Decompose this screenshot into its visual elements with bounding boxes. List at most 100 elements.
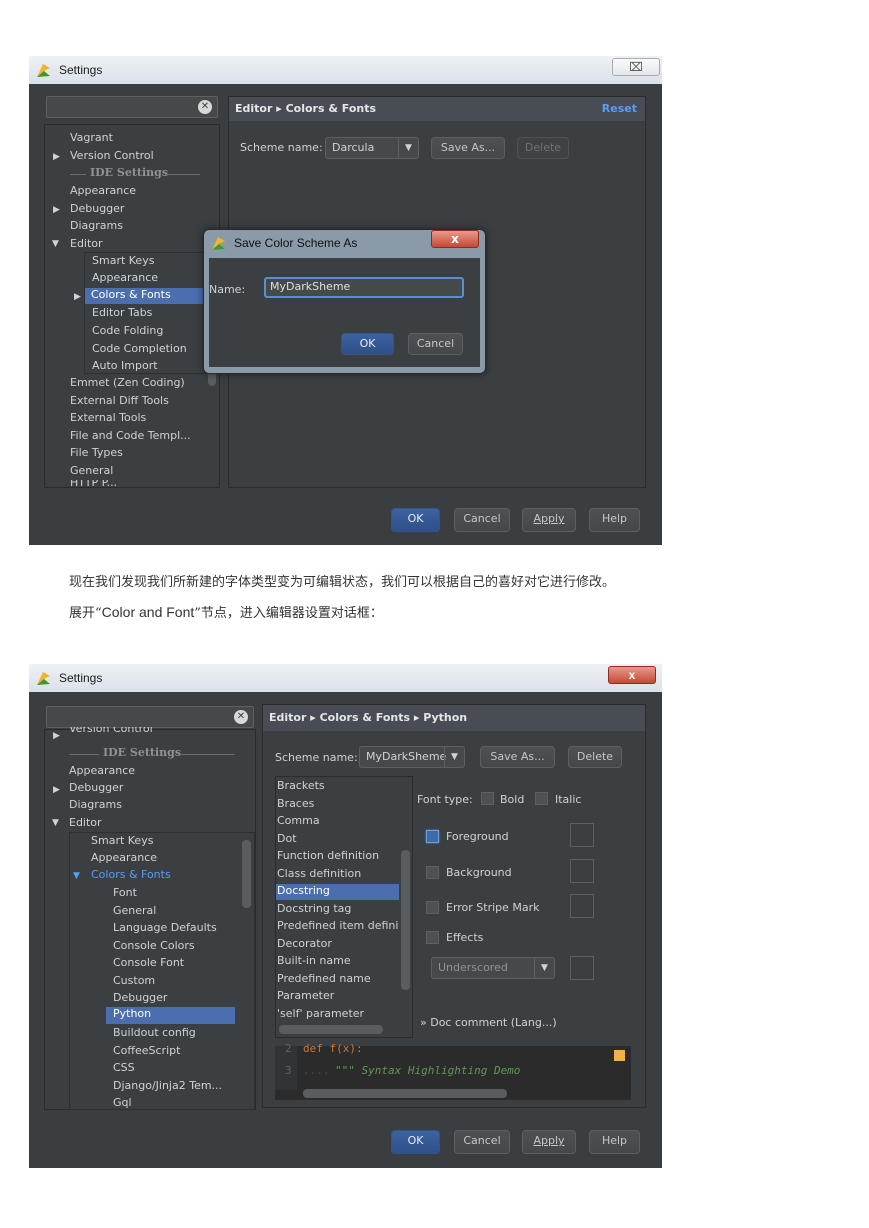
reset-link[interactable]: Reset [602,97,637,121]
error-stripe-color-swatch[interactable] [570,894,594,918]
save-as-button[interactable]: Save As... [431,137,505,159]
ok-button-2[interactable]: OK [391,1130,440,1154]
tree-item-css[interactable]: CSS [113,1061,135,1074]
tree-item-debugger-sub[interactable]: Debugger [113,991,167,1004]
tree-item-editor-appearance[interactable]: Appearance [92,271,158,284]
background-color-swatch[interactable] [570,859,594,883]
effects-color-swatch[interactable] [570,956,594,980]
tree-item-version-control-2[interactable]: Version Control [69,727,153,735]
tree-item-console-font[interactable]: Console Font [113,956,184,969]
tree-item-general[interactable]: General [70,464,113,477]
collapse-arrow-icon[interactable]: ▼ [73,871,80,881]
tree-item-font[interactable]: Font [113,886,137,899]
italic-checkbox[interactable] [535,792,548,805]
tree-item-http-proxy[interactable]: HTTP P... [70,480,117,488]
element-list-item[interactable]: Docstring tag [276,902,399,918]
element-list-item[interactable]: Predefined item definiti [276,919,399,935]
element-list-item[interactable]: Brackets [276,779,399,795]
clear-search-icon[interactable]: ✕ [234,710,248,724]
collapse-arrow-icon[interactable]: ▼ [52,818,59,828]
settings-search-input-2[interactable]: ✕ [46,706,254,728]
tree-item-editor-tabs[interactable]: Editor Tabs [92,306,152,319]
tree-item-colors-fonts-2[interactable]: Colors & Fonts [91,868,171,881]
doc-comment-link[interactable]: » Doc comment (Lang...) [420,1016,557,1029]
ok-button[interactable]: OK [391,508,440,532]
element-list-item[interactable]: 'self' parameter [276,1007,399,1023]
tree-scrollbar-2[interactable] [242,840,251,908]
tree-item-smart-keys-2[interactable]: Smart Keys [91,834,153,847]
tree-item-version-control[interactable]: Version Control [70,149,154,162]
scheme-name-combo[interactable]: Darcula ▼ [325,137,419,159]
tree-item-debugger[interactable]: Debugger [70,202,124,215]
cancel-button[interactable]: Cancel [454,508,510,532]
background-checkbox[interactable] [426,866,439,879]
expand-arrow-icon[interactable]: ▶ [53,731,60,741]
element-list-item[interactable]: Built-in name [276,954,399,970]
tree-item-vagrant[interactable]: Vagrant [70,131,113,144]
tree-item-code-folding[interactable]: Code Folding [92,324,163,337]
save-as-button-2[interactable]: Save As... [480,746,555,768]
collapse-arrow-icon[interactable]: ▼ [52,239,59,249]
bold-checkbox[interactable] [481,792,494,805]
code-hscrollbar[interactable] [303,1089,507,1098]
window-2-close-button[interactable]: x [608,666,656,684]
foreground-color-swatch[interactable] [570,823,594,847]
tree-item-editor-appearance-2[interactable]: Appearance [91,851,157,864]
foreground-checkbox[interactable] [426,830,439,843]
scheme-name-field[interactable]: MyDarkSheme [264,277,464,298]
tree-item-appearance[interactable]: Appearance [70,184,136,197]
element-list-item[interactable]: Decorator [276,937,399,953]
dialog-close-button[interactable]: x [431,230,479,248]
dialog-cancel-button[interactable]: Cancel [408,333,463,355]
cancel-button-2[interactable]: Cancel [454,1130,510,1154]
error-stripe-marker[interactable] [614,1050,625,1061]
tree-item-diagrams[interactable]: Diagrams [70,219,123,232]
tree-item-coffeescript[interactable]: CoffeeScript [113,1044,180,1057]
apply-button[interactable]: Apply [522,508,576,532]
delete-button[interactable]: Delete [517,137,569,159]
expand-arrow-icon[interactable]: ▶ [53,785,60,795]
settings-search-input[interactable]: ✕ [46,96,218,118]
help-button-2[interactable]: Help [589,1130,640,1154]
tree-item-editor[interactable]: Editor [70,237,103,250]
help-button[interactable]: Help [589,508,640,532]
effects-combo[interactable]: Underscored ▼ [431,957,555,979]
scheme-name-combo-2[interactable]: MyDarkSheme ▼ [359,746,465,768]
tree-item-auto-import[interactable]: Auto Import [92,359,158,372]
element-list-item[interactable]: Class definition [276,867,399,883]
clear-search-icon[interactable]: ✕ [198,100,212,114]
tree-item-external-diff[interactable]: External Diff Tools [70,394,169,407]
element-list-item[interactable]: Dot [276,832,399,848]
tree-item-general-2[interactable]: General [113,904,156,917]
tree-item-debugger-2[interactable]: Debugger [69,781,123,794]
tree-item-appearance-2[interactable]: Appearance [69,764,135,777]
tree-item-language-defaults[interactable]: Language Defaults [113,921,217,934]
tree-item-custom[interactable]: Custom [113,974,155,987]
tree-item-django[interactable]: Django/Jinja2 Tem... [113,1079,222,1092]
window-1-close-button[interactable]: ⌧ [612,58,660,76]
tree-item-editor-2[interactable]: Editor [69,816,102,829]
apply-button-2[interactable]: Apply [522,1130,576,1154]
dialog-ok-button[interactable]: OK [341,333,394,355]
tree-item-gql[interactable]: Gql [113,1096,132,1110]
tree-item-python[interactable]: Python [106,1007,235,1024]
element-list-item[interactable]: Braces [276,797,399,813]
delete-button-2[interactable]: Delete [568,746,622,768]
effects-checkbox[interactable] [426,931,439,944]
error-stripe-checkbox[interactable] [426,901,439,914]
tree-item-buildout[interactable]: Buildout config [113,1026,196,1039]
tree-item-file-types[interactable]: File Types [70,446,123,459]
element-list-item[interactable]: Function definition [276,849,399,865]
tree-item-file-code-templates[interactable]: File and Code Templ... [70,429,191,442]
tree-item-colors-fonts[interactable]: Colors & Fonts [85,288,205,304]
element-list-item[interactable]: Docstring [276,884,399,900]
element-list-item[interactable]: Parameter [276,989,399,1005]
tree-item-smart-keys[interactable]: Smart Keys [92,254,154,267]
element-list-item[interactable]: Predefined name [276,972,399,988]
tree-item-console-colors[interactable]: Console Colors [113,939,195,952]
element-list-scrollbar[interactable] [401,850,410,990]
tree-item-code-completion[interactable]: Code Completion [92,342,187,355]
expand-arrow-icon[interactable]: ▶ [53,152,60,162]
tree-item-external-tools[interactable]: External Tools [70,411,146,424]
element-list-hscrollbar[interactable] [279,1025,383,1034]
